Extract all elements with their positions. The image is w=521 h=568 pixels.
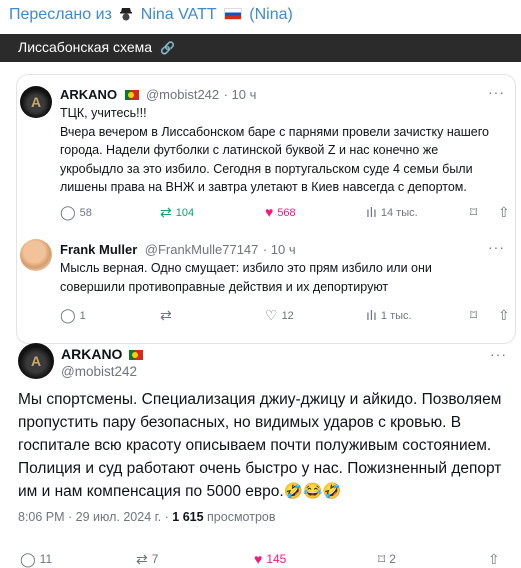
bookmark-icon: ⌑ [470,204,478,220]
tweet2-actions: ◯ 1 ⇄ ♡ 12 ılı 1 тыс. ⌑ ⇧ [60,307,510,324]
tweet-time: · 10 ч [262,242,296,257]
comment-icon: ◯ [60,204,76,220]
avatar[interactable]: A [18,343,54,379]
views-label: просмотров [207,510,276,524]
reply-button[interactable]: ◯ 58 [60,204,92,221]
tweet2-text: Мысль верная. Одно смущает: избило это п… [60,261,432,294]
main-tweet-text: Мы спортсмены. Специализация джиу-джицу … [18,391,502,500]
tweet1-header: ARKANO @mobist242 · 10 ч [60,86,256,104]
share-button[interactable]: ⇧ [498,307,514,324]
like-button[interactable]: ♡ 12 [265,307,294,324]
forwarded-channel: Nina VATT [140,6,217,23]
russia-flag-icon [223,8,242,20]
tweet-meta: 8:06 PM · 29 июл. 2024 г. · 1 615 просмо… [18,510,276,524]
main-author: ARKANO @mobist242 [61,346,146,379]
bar-chart-icon: ılı [366,204,377,220]
repost-icon: ⇄ [160,204,172,220]
bookmark-button[interactable]: ⌑ 2 [378,551,396,568]
heart-outline-icon: ♡ [265,307,278,323]
portugal-flag-icon [129,350,144,360]
repost-button[interactable]: ⇄ 104 [160,204,194,221]
share-button[interactable]: ⇧ [488,551,504,568]
avatar[interactable] [20,239,52,271]
ellipsis-icon[interactable]: ··· [488,239,505,255]
tweet1-actions: ◯ 58 ⇄ 104 ♥ 568 ılı 14 тыс. ⌑ ⇧ [60,204,510,221]
ellipsis-icon[interactable]: ··· [488,84,505,100]
avatar[interactable]: A [20,86,52,118]
article-title-bar: Лиссабонская схема 🔗 [0,34,521,62]
forwarded-prefix: Переслано из [9,6,112,23]
article-title: Лиссабонская схема [18,39,153,55]
author-name[interactable]: ARKANO [61,346,122,362]
repost-button[interactable]: ⇄ 7 [136,551,158,568]
repost-button[interactable]: ⇄ [160,307,176,324]
author-handle[interactable]: @mobist242 [146,87,219,102]
author-name[interactable]: Frank Muller [60,242,137,257]
repost-icon: ⇄ [160,307,172,323]
portugal-flag-icon [124,90,139,100]
forwarded-line[interactable]: Переслано из Nina VATT (Nina) [9,5,293,24]
bookmark-button[interactable]: ⌑ [470,307,481,324]
like-button[interactable]: ♥ 568 [265,204,296,220]
share-button[interactable]: ⇧ [498,204,514,221]
author-name[interactable]: ARKANO [60,87,117,102]
tweet-time: · 10 ч [223,87,257,102]
reply-button[interactable]: ◯ 1 [60,307,86,324]
author-handle[interactable]: @mobist242 [61,364,146,379]
bookmark-button[interactable]: ⌑ [470,204,481,221]
views-count: 1 615 [172,510,204,524]
bookmark-icon: ⌑ [470,307,478,323]
tweet2-header: Frank Muller @FrankMulle77147 · 10 ч [60,241,296,259]
comment-icon: ◯ [60,307,76,323]
share-icon: ⇧ [498,307,510,323]
tweet-date[interactable]: 8:06 PM · 29 июл. 2024 г. · [18,510,169,524]
reply-button[interactable]: ◯ 11 [20,551,52,568]
spy-icon [120,8,133,21]
bar-chart-icon: ılı [366,307,377,323]
ellipsis-icon[interactable]: ··· [490,346,507,362]
share-icon: ⇧ [498,204,510,220]
forwarded-alias: (Nina) [249,6,293,23]
forwarded-header: Переслано из Nina VATT (Nina) [0,0,521,34]
views-button[interactable]: ılı 14 тыс. [366,204,418,220]
heart-icon: ♥ [265,204,274,220]
tweet1-text: ТЦК, учитесь!!! Вчера вечером в Лиссабон… [60,106,489,194]
views-button[interactable]: ılı 1 тыс. [366,307,412,323]
author-handle[interactable]: @FrankMulle77147 [145,242,259,257]
link-icon[interactable]: 🔗 [160,41,175,55]
